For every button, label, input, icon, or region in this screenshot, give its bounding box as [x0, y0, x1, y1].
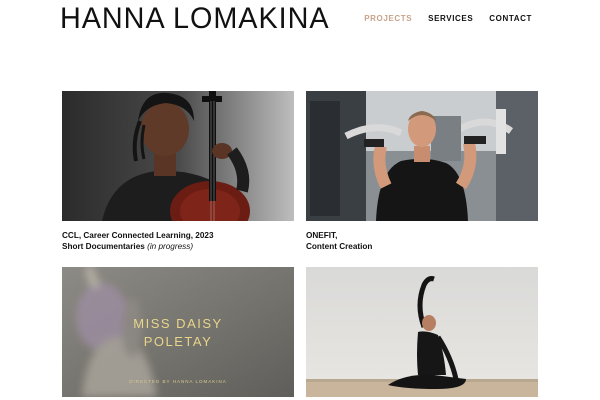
caption-status: (in progress) — [147, 242, 194, 251]
nav-contact[interactable]: CONTACT — [489, 14, 532, 23]
project-thumbnail-beach[interactable] — [306, 267, 538, 397]
site-title[interactable]: HANNA LOMAKINA — [60, 2, 330, 36]
caption-title: CCL, Career Connected Learning, 2023 — [62, 231, 214, 240]
caption-subtitle: Short Documentaries (in progress) — [62, 242, 194, 251]
poster-title-line1: MISS DAISY — [133, 316, 223, 331]
project-thumbnail-gym[interactable] — [306, 91, 538, 221]
poster-title-line2: POLETAY — [143, 334, 213, 349]
project-caption-ccl: CCL, Career Connected Learning, 2023 Sho… — [62, 230, 294, 252]
nav-projects[interactable]: PROJECTS — [364, 14, 412, 23]
nav-services[interactable]: SERVICES — [428, 14, 473, 23]
main-nav: PROJECTS SERVICES CONTACT — [364, 14, 532, 23]
caption-title: ONEFIT, — [306, 231, 338, 240]
project-caption-onefit: ONEFIT, Content Creation — [306, 230, 538, 252]
poster-credit: DIRECTED BY HANNA LOMAKINA — [129, 379, 227, 384]
project-thumbnail-cellist[interactable] — [62, 91, 294, 221]
project-thumbnail-miss-daisy[interactable]: MISS DAISY POLETAY DIRECTED BY HANNA LOM… — [62, 267, 294, 397]
caption-subtitle: Content Creation — [306, 242, 373, 251]
